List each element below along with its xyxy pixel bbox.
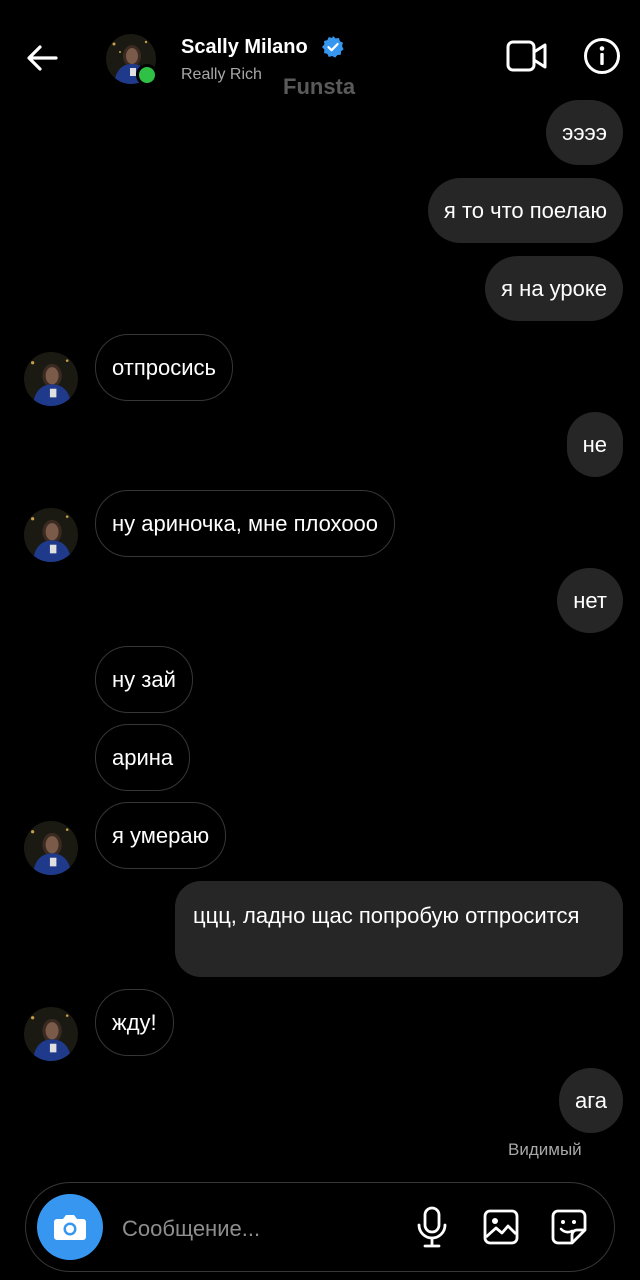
video-call-icon[interactable] [505, 36, 549, 76]
contact-avatar[interactable] [24, 1007, 78, 1061]
watermark-text: Funsta [283, 74, 356, 99]
camera-button[interactable] [37, 1194, 103, 1260]
back-arrow-icon[interactable] [22, 38, 62, 78]
outgoing-message[interactable]: я то что поелаю [427, 178, 623, 243]
verified-badge-icon [321, 35, 345, 59]
outgoing-message[interactable]: нет [557, 568, 623, 633]
outgoing-message[interactable]: я на уроке [485, 256, 623, 321]
contact-avatar[interactable] [24, 352, 78, 406]
microphone-icon[interactable] [414, 1206, 450, 1248]
outgoing-message[interactable]: ццц, ладно щас попробую отпросится [175, 881, 623, 977]
gallery-icon[interactable] [482, 1208, 520, 1246]
info-icon[interactable] [582, 36, 622, 76]
sticker-icon[interactable] [550, 1208, 588, 1246]
contact-subtitle: Really Rich [181, 66, 262, 83]
incoming-message[interactable]: отпросись [95, 334, 233, 401]
seen-status: Видимый [508, 1140, 582, 1159]
outgoing-message[interactable]: ага [558, 1068, 623, 1133]
outgoing-message[interactable]: не [566, 412, 623, 477]
contact-avatar[interactable] [24, 821, 78, 875]
incoming-message[interactable]: я умераю [95, 802, 227, 869]
contact-name[interactable]: Scally Milano [181, 36, 308, 59]
incoming-message[interactable]: жду! [95, 989, 174, 1056]
incoming-message[interactable]: ну зай [95, 646, 193, 713]
contact-avatar[interactable] [24, 508, 78, 562]
message-input[interactable] [120, 1208, 404, 1250]
camera-icon [54, 1215, 86, 1240]
incoming-message[interactable]: ну ариночка, мне плохооо [95, 490, 396, 557]
incoming-message[interactable]: арина [95, 724, 191, 791]
online-status-dot [136, 64, 158, 86]
outgoing-message[interactable]: ээээ [546, 100, 623, 165]
